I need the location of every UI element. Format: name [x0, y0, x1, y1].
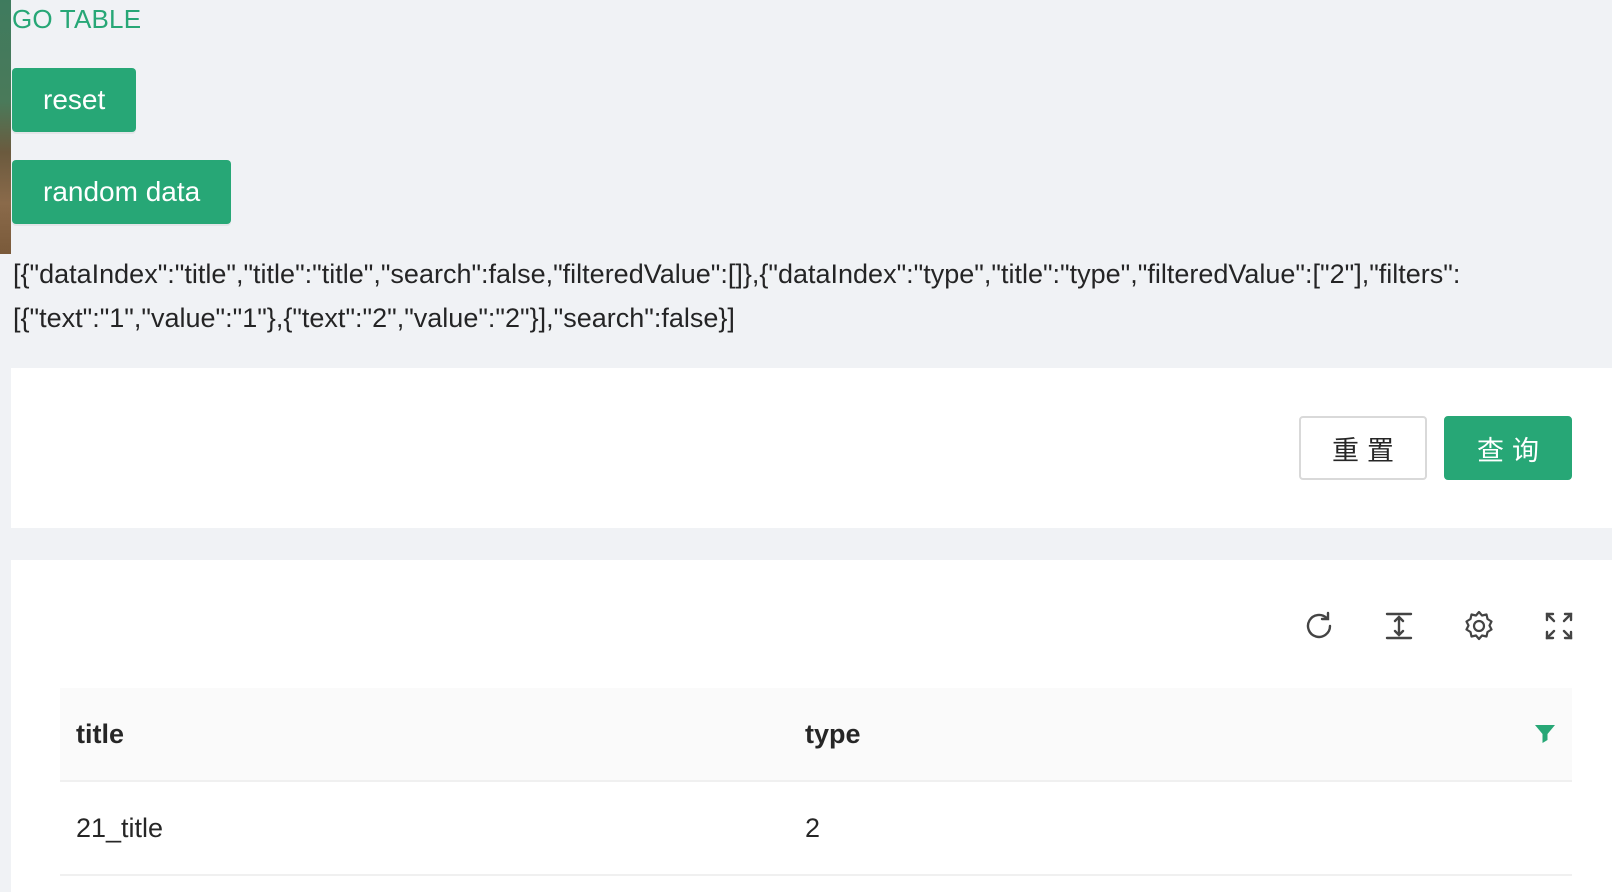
random-data-button[interactable]: random data	[12, 160, 232, 224]
page: GO TABLE reset random data [{"dataIndex"…	[11, 0, 1612, 892]
cell-title: 21_title	[76, 812, 164, 843]
filter-icon[interactable]	[1532, 721, 1558, 747]
column-header-type-label: type	[805, 718, 861, 749]
data-table: title type 21_title 2	[60, 688, 1572, 876]
setting-icon[interactable]	[1461, 608, 1497, 644]
columns-json-text: [{"dataIndex":"title","title":"title","s…	[13, 259, 1461, 333]
fullscreen-icon[interactable]	[1541, 608, 1577, 644]
form-query-button[interactable]: 查询	[1444, 416, 1572, 480]
table-card: title type 21_title 2	[11, 560, 1612, 892]
table-row[interactable]: 21_title 2	[60, 782, 1572, 876]
go-table-link[interactable]: GO TABLE	[12, 4, 141, 35]
column-height-icon[interactable]	[1381, 608, 1417, 644]
search-form-panel: 重置 查询	[11, 368, 1612, 528]
form-reset-button[interactable]: 重置	[1299, 416, 1427, 480]
column-header-type: type	[789, 719, 1572, 750]
column-header-title: title	[76, 718, 125, 749]
reload-icon[interactable]	[1301, 608, 1337, 644]
table-header-row: title type	[60, 688, 1572, 782]
reset-button[interactable]: reset	[12, 68, 137, 132]
left-edge-image-strip	[0, 0, 11, 254]
cell-type: 2	[805, 812, 821, 843]
